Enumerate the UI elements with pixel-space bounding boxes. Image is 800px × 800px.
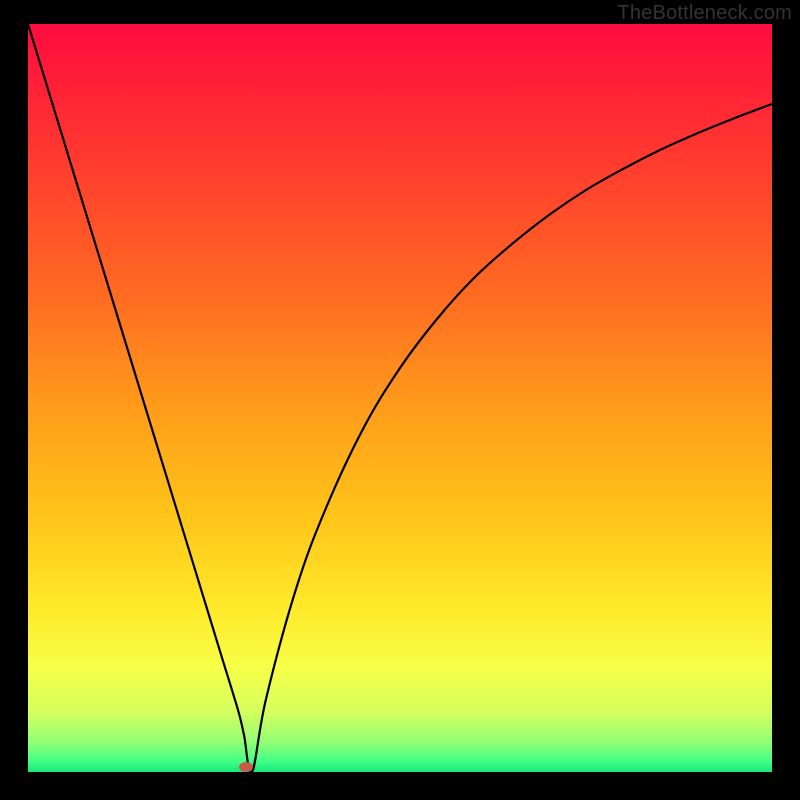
bottleneck-chart: [0, 0, 800, 800]
watermark-text: TheBottleneck.com: [617, 2, 792, 25]
minimum-marker: [239, 762, 253, 772]
plot-area: [28, 24, 772, 772]
chart-frame: TheBottleneck.com: [0, 0, 800, 800]
